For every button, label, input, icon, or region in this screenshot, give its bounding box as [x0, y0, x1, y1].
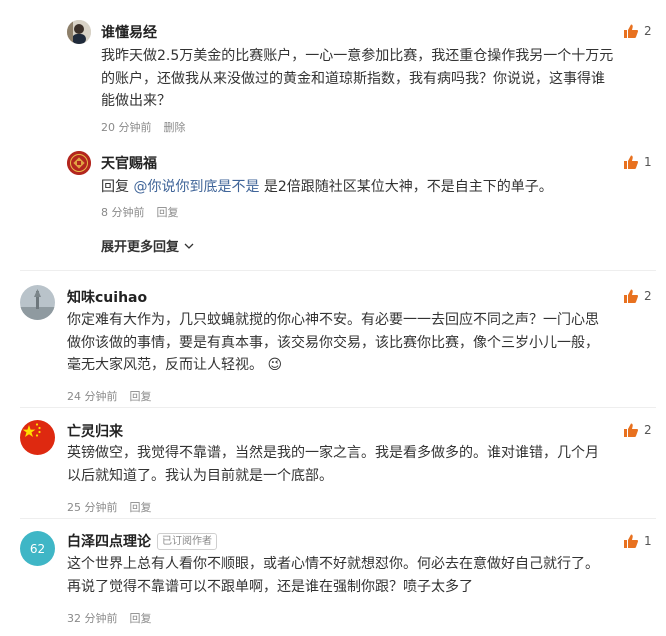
- comment-meta: 24 分钟前 回复: [67, 388, 164, 404]
- comment-text-line: 以后就知道了。我认为目前就是一个底部。: [67, 467, 333, 484]
- comment-text-segment: 毫无大家风范，反而让人轻视。: [67, 357, 263, 373]
- comment-text-line: 你定难有大作为，几只蚊蝇就搅的你心神不安。有必要一一去回应不同之声？一门心思: [67, 312, 599, 328]
- divider: [20, 407, 656, 408]
- like-button[interactable]: 2: [624, 289, 652, 303]
- avatar[interactable]: 62: [20, 531, 55, 566]
- thumbs-up-icon: [624, 24, 638, 38]
- wink-emoji-icon: 😉: [267, 357, 283, 373]
- comment-text-line: 做你该做的事情，要是有真本事，该交易你交易，该比赛你比赛，像个三岁小儿一般，: [67, 334, 599, 351]
- comment-text: 这个世界上总有人看你不顺眼，或者心情不好就想怼你。何必去在意做好自己就行了。 再…: [67, 553, 657, 598]
- like-count: 2: [644, 423, 652, 437]
- thumbs-up-icon: [624, 155, 638, 169]
- like-button[interactable]: 2: [624, 24, 652, 38]
- expand-label: 展开更多回复: [101, 240, 180, 255]
- like-count: 2: [644, 24, 652, 38]
- mention-link[interactable]: @你说你到底是不是: [133, 179, 259, 195]
- timestamp: 8 分钟前: [101, 206, 145, 219]
- reply-meta: 8 分钟前 回复: [101, 204, 191, 220]
- timestamp: 32 分钟前: [67, 612, 118, 625]
- like-button[interactable]: 1: [624, 534, 652, 548]
- chevron-down-icon: [184, 243, 194, 249]
- avatar[interactable]: [20, 420, 55, 455]
- thumbs-up-icon: [624, 534, 638, 548]
- reply-text: 我昨天做2.5万美金的比赛账户，一心一意参加比赛，我还重仓操作我另一个十万元 的…: [101, 45, 631, 113]
- like-button[interactable]: 2: [624, 423, 652, 437]
- user-photo-icon: [67, 20, 91, 44]
- subscribed-author-badge: 已订阅作者: [157, 533, 217, 550]
- reply-text-line: 的账户，还做我从来没做过的黄金和道琼斯指数，我有病吗我？你说说，这事得谁: [101, 70, 605, 87]
- landscape-photo-icon: [20, 285, 55, 320]
- comment-meta: 32 分钟前 回复: [67, 610, 164, 626]
- timestamp: 24 分钟前: [67, 390, 118, 403]
- reply-button[interactable]: 回复: [130, 501, 152, 514]
- comment-text-line: 这个世界上总有人看你不顺眼，或者心情不好就想怼你。何必去在意做好自己就行了。: [67, 556, 599, 572]
- comment-text-line: 英镑做空，我觉得不靠谱，当然是我的一家之言。我是看多做多的。谁对谁错，几个月: [67, 445, 599, 461]
- avatar[interactable]: [20, 285, 55, 320]
- comment-text: 英镑做空，我觉得不靠谱，当然是我的一家之言。我是看多做多的。谁对谁错，几个月 以…: [67, 442, 647, 487]
- comment-text-line: 毫无大家风范，反而让人轻视。 😉: [67, 354, 647, 377]
- thumbs-up-icon: [624, 289, 638, 303]
- comment-author-name[interactable]: 亡灵归来: [67, 421, 123, 441]
- author-name-text: 白泽四点理论: [67, 534, 151, 550]
- avatar-text: 62: [29, 541, 46, 556]
- reply-author-name[interactable]: 天官赐福: [101, 153, 157, 173]
- delete-button[interactable]: 删除: [164, 121, 186, 134]
- reply-text-line: 我昨天做2.5万美金的比赛账户，一心一意参加比赛，我还重仓操作我另一个十万元: [101, 48, 614, 64]
- comment-text: 你定难有大作为，几只蚊蝇就搅的你心神不安。有必要一一去回应不同之声？一门心思 做…: [67, 309, 647, 377]
- comment-text-line: 再说了觉得不靠谱可以不跟单啊，还是谁在强制你跟？喷子太多了: [67, 578, 473, 595]
- reply-button[interactable]: 回复: [130, 390, 152, 403]
- reply-meta: 20 分钟前 删除: [101, 119, 198, 135]
- flag-icon: [20, 420, 55, 455]
- reply-body: 是2倍跟随社区某位大神，不是自主下的单子。: [259, 179, 553, 195]
- reply-text-line: 能做出来？: [101, 93, 171, 109]
- comment-meta: 25 分钟前 回复: [67, 499, 164, 515]
- reply-button[interactable]: 回复: [157, 206, 179, 219]
- like-count: 2: [644, 289, 652, 303]
- avatar[interactable]: [67, 20, 91, 44]
- fu-character-icon: [67, 151, 91, 175]
- avatar[interactable]: [67, 151, 91, 175]
- timestamp: 20 分钟前: [101, 121, 152, 134]
- divider: [20, 518, 656, 519]
- divider: [20, 270, 656, 271]
- thumbs-up-icon: [624, 423, 638, 437]
- comment-author-name[interactable]: 白泽四点理论 已订阅作者: [67, 531, 217, 551]
- like-count: 1: [644, 155, 652, 169]
- reply-author-name[interactable]: 谁懂易经: [101, 22, 157, 42]
- reply-prefix: 回复: [101, 179, 134, 195]
- reply-text: 回复 @你说你到底是不是 是2倍跟随社区某位大神，不是自主下的单子。: [101, 176, 631, 199]
- expand-more-replies-button[interactable]: 展开更多回复: [101, 236, 194, 255]
- like-button[interactable]: 1: [624, 155, 652, 169]
- timestamp: 25 分钟前: [67, 501, 118, 514]
- comment-author-name[interactable]: 知味cuihao: [67, 287, 147, 307]
- like-count: 1: [644, 534, 652, 548]
- reply-button[interactable]: 回复: [130, 612, 152, 625]
